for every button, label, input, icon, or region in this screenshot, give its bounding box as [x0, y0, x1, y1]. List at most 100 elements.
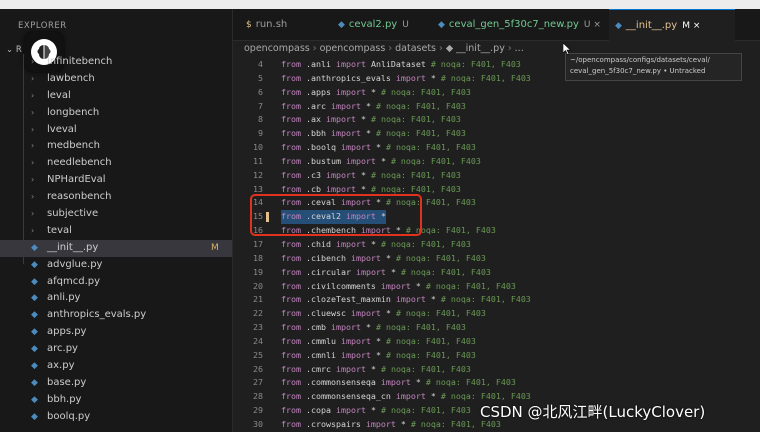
code-line[interactable]: 23 from .cmb import * # noqa: F401, F403 [233, 321, 760, 335]
tab-run-sh[interactable]: $ run.sh [240, 9, 338, 40]
tree-item-label: anli.py [47, 292, 81, 304]
breadcrumb-item[interactable]: ◆ __init__.py [446, 43, 505, 54]
git-status-badge: M [211, 242, 219, 253]
keyword-from: from [281, 349, 301, 360]
code-line[interactable]: 25 from .cmnli import * # noqa: F401, F40… [233, 349, 760, 363]
line-number: 18 [253, 252, 263, 263]
file-tree: › infinitebench › lawbench › leval › longbench ›… [0, 54, 232, 426]
code-text: from .boolq import * # noqa: F401, F403 [281, 141, 476, 155]
code-line[interactable]: 26 from .cmrc import * # noqa: F401, F403 [233, 363, 760, 377]
code-line[interactable]: 17 from .chid import * # noqa: F401, F403 [233, 238, 760, 252]
code-comment: # noqa: F401, F403 [395, 252, 486, 263]
code-text: from .bustum import * # noqa: F401, F403 [281, 155, 481, 169]
breadcrumb-item[interactable]: ... [515, 43, 524, 54]
line-number: 30 [253, 418, 263, 429]
folder-item[interactable]: › medbench [0, 138, 232, 155]
keyword-from: from [281, 322, 301, 333]
code-text: from .arc import * # noqa: F401, F403 [281, 100, 466, 114]
code-line[interactable]: 20 from .civilcomments import * # noqa: F… [233, 280, 760, 294]
code-line[interactable]: 19 from .circular import * # noqa: F401, … [233, 266, 760, 280]
breadcrumb-item[interactable]: datasets [395, 43, 436, 54]
keyword-from: from [281, 377, 301, 388]
keyword-import: import [330, 100, 361, 111]
code-text: from .anli import AnliDataset # noqa: F4… [281, 58, 521, 72]
breadcrumb-item[interactable]: opencompass [244, 43, 310, 54]
editor-tab-bar: $ run.sh ◆ ceval2.py U ◆ ceval_gen_5f30c7_new.… [233, 9, 760, 41]
file-item[interactable]: ◆ __init__.py M [0, 239, 232, 257]
file-item[interactable]: ◆ boolq.py [0, 409, 232, 426]
tab-init-py[interactable]: ◆ __init__.py M × [609, 9, 735, 41]
code-line[interactable]: 9 from .bbh import * # noqa: F401, F403 [233, 127, 760, 141]
window-top-strip [0, 0, 760, 9]
module-name: .civilcomments [305, 280, 376, 291]
code-line[interactable]: 27 from .commonsenseqa import * # noqa: F… [233, 376, 760, 390]
module-name: .clozeTest_maxmin [305, 294, 391, 305]
folder-item[interactable]: › lveval [0, 122, 232, 139]
keyword-import: import [340, 349, 371, 360]
code-line[interactable]: 24 from .cmmlu import * # noqa: F401, F40… [233, 335, 760, 349]
line-number: 28 [253, 391, 263, 402]
file-item[interactable]: ◆ arc.py [0, 341, 232, 358]
file-item[interactable]: ◆ bbh.py [0, 392, 232, 409]
tree-item-label: leval [47, 89, 71, 101]
file-item[interactable]: ◆ anli.py [0, 290, 232, 307]
keyword-import: import [340, 142, 371, 153]
import-target: * [370, 363, 376, 374]
code-comment: # noqa: F401, F403 [370, 183, 461, 194]
tree-item-label: boolq.py [47, 410, 91, 422]
keyword-import: import [365, 418, 396, 429]
tab-ceval2-py[interactable]: ◆ ceval2.py U [332, 9, 438, 40]
code-comment: # noqa: F401, F403 [380, 363, 471, 374]
file-item[interactable]: ◆ ax.py [0, 358, 232, 375]
keyword-import: import [350, 252, 381, 263]
code-editor[interactable]: 4 from .anli import AnliDataset # noqa: F… [233, 58, 760, 432]
tab-hover-tooltip: ~/opencompass/configs/datasets/ceval/ ce… [565, 53, 742, 81]
folder-item[interactable]: › reasonbench [0, 189, 232, 206]
code-line[interactable]: 6 from .apps import * # noqa: F401, F403 [233, 86, 760, 100]
import-target: * [365, 100, 371, 111]
folder-item[interactable]: › longbench [0, 105, 232, 122]
file-item[interactable]: ◆ base.py [0, 375, 232, 392]
code-line[interactable]: 12 from .c3 import * # noqa: F401, F403 [233, 169, 760, 183]
chevron-right-icon: › [31, 141, 35, 151]
breadcrumb-item[interactable]: opencompass [320, 43, 386, 54]
module-name: .cb [305, 183, 321, 194]
code-line[interactable]: 18 from .cibench import * # noqa: F401, F… [233, 252, 760, 266]
tree-item-label: medbench [47, 140, 100, 152]
import-target: * [430, 72, 436, 83]
code-line[interactable]: 7 from .arc import * # noqa: F401, F403 [233, 100, 760, 114]
folder-item[interactable]: › NPHardEval [0, 172, 232, 189]
tab-status-badge[interactable]: M × [682, 21, 700, 31]
code-line[interactable]: 8 from .ax import * # noqa: F401, F403 [233, 113, 760, 127]
file-item[interactable]: ◆ advglue.py [0, 257, 232, 274]
keyword-from: from [281, 391, 301, 402]
folder-item[interactable]: › teval [0, 223, 232, 240]
tree-item-label: arc.py [47, 343, 78, 355]
module-name: .chid [305, 238, 331, 249]
module-name: .arc [305, 100, 326, 111]
code-comment: # noqa: F401, F403 [400, 266, 491, 277]
code-comment: # noqa: F401, F403 [375, 128, 466, 139]
folder-item[interactable]: › infinitebench [0, 54, 232, 71]
code-text: from .cmnli import * # noqa: F401, F403 [281, 349, 476, 363]
code-line[interactable]: 22 from .cluewsc import * # noqa: F401, F… [233, 307, 760, 321]
folder-item[interactable]: › leval [0, 88, 232, 105]
code-line[interactable]: 11 from .bustum import * # noqa: F401, F4… [233, 155, 760, 169]
folder-item[interactable]: › lawbench [0, 71, 232, 88]
code-comment: # noqa: F401, F403 [380, 405, 471, 416]
code-text: from .circular import * # noqa: F401, F4… [281, 266, 491, 280]
keyword-import: import [335, 86, 366, 97]
file-item[interactable]: ◆ anthropics_evals.py [0, 307, 232, 324]
tab-ceval-gen-5f30c7-new-py[interactable]: ◆ ceval_gen_5f30c7_new.py U × [432, 9, 615, 40]
tab-label: run.sh [255, 19, 288, 30]
tab-status-badge[interactable]: U [402, 20, 409, 30]
code-line[interactable]: 10 from .boolq import * # noqa: F401, F40… [233, 141, 760, 155]
folder-item[interactable]: › needlebench [0, 155, 232, 172]
file-item[interactable]: ◆ apps.py [0, 324, 232, 341]
folder-item[interactable]: › subjective [0, 206, 232, 223]
import-target: AnliDataset [370, 59, 426, 69]
file-item[interactable]: ◆ afqmcd.py [0, 274, 232, 291]
code-line[interactable]: 21 from .clozeTest_maxmin import * # noqa… [233, 293, 760, 307]
tab-status-badge[interactable]: U × [584, 20, 601, 30]
code-text: from .civilcomments import * # noqa: F40… [281, 280, 516, 294]
